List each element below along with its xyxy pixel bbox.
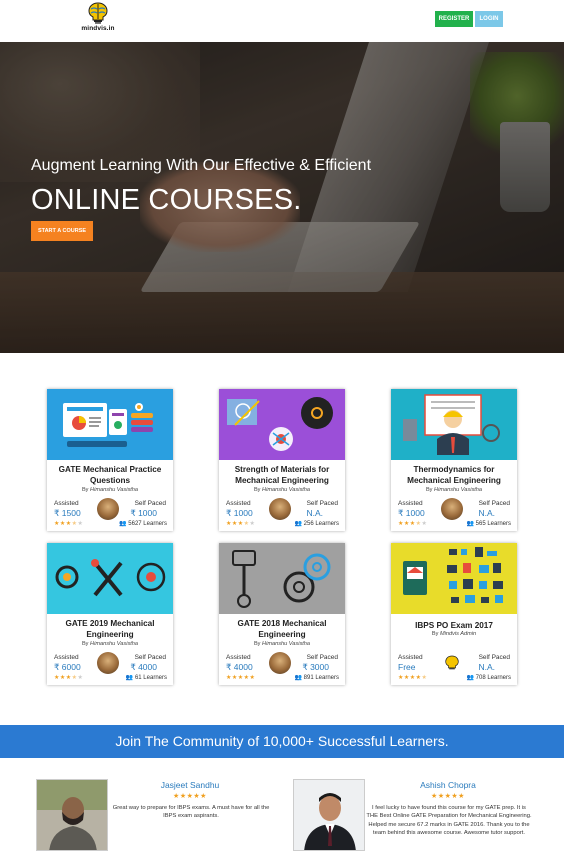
brain-bulb-icon	[88, 2, 108, 24]
testimonial-stars: ★★★★★	[431, 793, 465, 800]
login-button[interactable]: LOGIN	[475, 11, 503, 27]
course-card[interactable]: Strength of Materials for Mechanical Eng…	[219, 389, 345, 531]
course-author: By Himanshu Vasistha	[81, 641, 139, 647]
users-icon: 👥	[466, 675, 474, 681]
course-title[interactable]: GATE 2018 Mechanical Engineering	[223, 618, 341, 640]
testimonial-photo	[293, 779, 365, 851]
course-image	[47, 389, 173, 460]
course-author: By Himanshu Vasistha	[253, 641, 311, 647]
assisted-price: ₹ 6000	[54, 662, 81, 672]
register-button[interactable]: REGISTER	[435, 11, 473, 27]
course-image	[391, 543, 517, 614]
testimonial-stars: ★★★★★	[173, 793, 207, 800]
course-title[interactable]: IBPS PO Exam 2017	[395, 620, 513, 631]
users-icon: 👥	[294, 675, 302, 681]
assisted-label: Assisted	[398, 654, 423, 661]
self-paced-label: Self Paced	[134, 654, 166, 661]
rating-stars: ★★★★★	[226, 675, 256, 681]
mindvis-logo-icon	[445, 655, 459, 670]
course-card[interactable]: IBPS PO Exam 2017 By Mindvis Admin Assis…	[391, 543, 517, 685]
rating-stars: ★★★★★	[54, 675, 84, 681]
self-paced-price: ₹ 4000	[130, 662, 157, 672]
learners-count: 👥 5627 Learners	[119, 521, 167, 527]
rating-stars: ★★★★★	[398, 521, 428, 527]
assisted-price: ₹ 1000	[226, 508, 253, 518]
users-icon: 👥	[466, 521, 474, 527]
author-avatar	[441, 498, 463, 520]
users-icon: 👥	[294, 521, 302, 527]
assisted-price: ₹ 4000	[226, 662, 253, 672]
self-paced-label: Self Paced	[134, 500, 166, 507]
assisted-price: ₹ 1500	[54, 508, 81, 518]
rating-stars: ★★★★★	[54, 521, 84, 527]
course-image	[47, 543, 173, 614]
community-text: Join The Community of 10,000+ Successful…	[115, 733, 449, 749]
course-author: By Mindvis Admin	[431, 631, 477, 637]
assisted-label: Assisted	[398, 500, 423, 507]
testimonial-name: Jasjeet Sandhu	[160, 780, 220, 790]
testimonial-text: Great way to prepare for IBPS exams. A m…	[112, 805, 270, 820]
course-author: By Himanshu Vasistha	[81, 487, 139, 493]
learners-count: 👥 256 Learners	[294, 521, 339, 527]
author-avatar	[269, 652, 291, 674]
course-title[interactable]: GATE 2019 Mechanical Engineering	[51, 618, 169, 640]
assisted-price: Free	[398, 662, 416, 672]
course-image	[219, 543, 345, 614]
self-paced-label: Self Paced	[306, 500, 338, 507]
self-paced-price: ₹ 3000	[302, 662, 329, 672]
course-title[interactable]: Thermodynamics for Mechanical Engineerin…	[395, 464, 513, 486]
assisted-label: Assisted	[54, 500, 79, 507]
hero-banner: Augment Learning With Our Effective & Ef…	[0, 42, 564, 353]
course-card[interactable]: GATE Mechanical Practice Questions By Hi…	[47, 389, 173, 531]
community-banner: Join The Community of 10,000+ Successful…	[0, 725, 564, 758]
course-card[interactable]: GATE 2019 Mechanical Engineering By Hima…	[47, 543, 173, 685]
learners-count: 👥 891 Learners	[294, 675, 339, 681]
self-paced-label: Self Paced	[478, 500, 510, 507]
assisted-price: ₹ 1000	[398, 508, 425, 518]
course-image	[219, 389, 345, 460]
course-author: By Himanshu Vasistha	[253, 487, 311, 493]
testimonial-photo	[36, 779, 108, 851]
learners-count: 👥 565 Learners	[466, 521, 511, 527]
author-avatar	[269, 498, 291, 520]
users-icon: 👥	[119, 521, 127, 527]
author-avatar	[97, 652, 119, 674]
self-paced-price: ₹ 1000	[130, 508, 157, 518]
self-paced-price: N.A.	[306, 508, 323, 518]
top-navbar: mindvis.in REGISTER LOGIN	[0, 0, 564, 42]
course-author: By Himanshu Vasistha	[425, 487, 483, 493]
hero-subtitle: Augment Learning With Our Effective & Ef…	[31, 157, 372, 174]
start-course-button[interactable]: START A COURSE	[31, 221, 93, 241]
learners-count: 👥 708 Learners	[466, 675, 511, 681]
rating-stars: ★★★★★	[398, 675, 428, 681]
course-card[interactable]: Thermodynamics for Mechanical Engineerin…	[391, 389, 517, 531]
author-avatar	[97, 498, 119, 520]
self-paced-price: N.A.	[478, 508, 495, 518]
site-logo[interactable]: mindvis.in	[80, 2, 116, 40]
users-icon: 👥	[125, 675, 134, 681]
course-card[interactable]: GATE 2018 Mechanical Engineering By Hima…	[219, 543, 345, 685]
course-title[interactable]: Strength of Materials for Mechanical Eng…	[223, 464, 341, 486]
learners-count: 👥 61 Learners	[125, 675, 167, 681]
hero-title: ONLINE COURSES.	[31, 184, 302, 216]
self-paced-label: Self Paced	[478, 654, 510, 661]
course-image	[391, 389, 517, 460]
self-paced-price: N.A.	[478, 662, 495, 672]
assisted-label: Assisted	[226, 500, 251, 507]
rating-stars: ★★★★★	[226, 521, 256, 527]
testimonial-text: I feel lucky to have found this course f…	[366, 805, 532, 837]
self-paced-label: Self Paced	[306, 654, 338, 661]
testimonial-name: Ashish Chopra	[420, 780, 476, 790]
assisted-label: Assisted	[54, 654, 79, 661]
assisted-label: Assisted	[226, 654, 251, 661]
logo-text: mindvis.in	[81, 25, 115, 32]
course-title[interactable]: GATE Mechanical Practice Questions	[51, 464, 169, 486]
